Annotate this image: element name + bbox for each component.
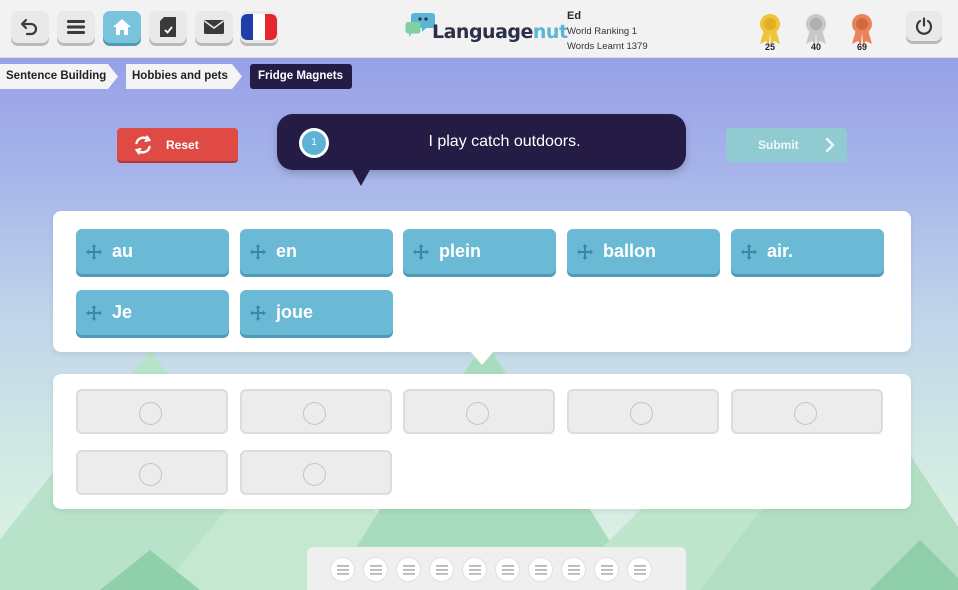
- breadcrumb-hobbies-and-pets[interactable]: Hobbies and pets: [126, 64, 242, 89]
- mail-button[interactable]: [195, 11, 233, 43]
- menu-icon: [67, 20, 85, 34]
- word-tile-label: ballon: [603, 241, 656, 261]
- lines-icon: [336, 564, 349, 575]
- home-icon: [113, 19, 131, 35]
- empty-slot-circle: [139, 402, 162, 425]
- word-bank-panel: au en plein ballon air. Je joue: [53, 211, 911, 352]
- progress-dot-1[interactable]: [330, 557, 355, 582]
- empty-slot-circle: [630, 402, 653, 425]
- prompt-sentence: I play catch outdoors.: [428, 133, 581, 150]
- lines-icon: [369, 564, 382, 575]
- empty-slot-circle: [139, 463, 162, 486]
- submit-label: Submit: [758, 138, 799, 152]
- user-words-learnt: Words Learnt 1379: [567, 41, 648, 52]
- empty-slot-circle: [303, 402, 326, 425]
- panel-notch: [470, 351, 494, 365]
- reset-button[interactable]: Reset: [117, 128, 238, 161]
- empty-slot-circle: [466, 402, 489, 425]
- bronze-medal-count: 69: [856, 42, 867, 52]
- word-tile-air[interactable]: air.: [731, 229, 884, 274]
- bronze-medal-icon: [852, 14, 872, 45]
- word-tile-label: en: [276, 241, 298, 261]
- lines-icon: [402, 564, 415, 575]
- home-button[interactable]: [103, 11, 141, 43]
- reset-icon: [134, 135, 152, 154]
- top-bar: Languagenut Ed World Ranking 1 Words Lea…: [0, 0, 958, 58]
- move-icon: [577, 243, 593, 260]
- back-button[interactable]: [11, 11, 49, 43]
- word-tile-je[interactable]: Je: [76, 290, 229, 335]
- user-world-ranking: World Ranking 1: [567, 26, 638, 37]
- progress-dot-7[interactable]: [528, 557, 553, 582]
- prompt-bubble-tail: [350, 166, 372, 186]
- lines-icon: [435, 564, 448, 575]
- word-tile-label: air.: [767, 241, 794, 261]
- progress-dot-4[interactable]: [429, 557, 454, 582]
- progress-dot-8[interactable]: [561, 557, 586, 582]
- lines-icon: [567, 564, 580, 575]
- france-flag-icon: [241, 14, 277, 40]
- empty-slot-circle: [303, 463, 326, 486]
- breadcrumb-sentence-building[interactable]: Sentence Building: [0, 64, 118, 89]
- answer-slot-5[interactable]: [731, 389, 883, 434]
- lines-icon: [501, 564, 514, 575]
- lines-icon: [600, 564, 613, 575]
- word-tile-label: joue: [276, 302, 314, 322]
- move-icon: [86, 304, 102, 321]
- back-icon: [20, 18, 38, 36]
- progress-dot-3[interactable]: [396, 557, 421, 582]
- logo-wordmark: Languagenut: [432, 21, 568, 43]
- word-tile-joue[interactable]: joue: [240, 290, 393, 335]
- empty-slot-circle: [794, 402, 817, 425]
- word-tile-plein[interactable]: plein: [403, 229, 556, 274]
- power-icon: [915, 17, 933, 35]
- chevron-right-icon: [825, 137, 835, 153]
- answer-slot-3[interactable]: [403, 389, 555, 434]
- lines-icon: [534, 564, 547, 575]
- progress-dot-6[interactable]: [495, 557, 520, 582]
- word-tile-ballon[interactable]: ballon: [567, 229, 720, 274]
- progress-dot-10[interactable]: [627, 557, 652, 582]
- languagenut-logo: Languagenut: [404, 10, 568, 48]
- word-tile-label: au: [112, 241, 134, 261]
- progress-dot-5[interactable]: [462, 557, 487, 582]
- word-tile-label: Je: [112, 302, 133, 322]
- answer-slot-6[interactable]: [76, 450, 228, 495]
- answer-slot-7[interactable]: [240, 450, 392, 495]
- menu-button[interactable]: [57, 11, 95, 43]
- breadcrumb-fridge-magnets: Fridge Magnets: [250, 64, 352, 89]
- mail-icon: [204, 20, 224, 34]
- gold-medal-count: 25: [764, 42, 775, 52]
- silver-medal-icon: [806, 14, 826, 45]
- tasks-button[interactable]: [149, 11, 187, 43]
- move-icon: [741, 243, 757, 260]
- user-name: Ed: [567, 10, 582, 22]
- move-icon: [250, 243, 266, 260]
- question-progress-bar: [307, 547, 686, 590]
- answer-slot-4[interactable]: [567, 389, 719, 434]
- word-tile-au[interactable]: au: [76, 229, 229, 274]
- move-icon: [250, 304, 266, 321]
- lines-icon: [633, 564, 646, 575]
- answer-slot-2[interactable]: [240, 389, 392, 434]
- language-flag-button[interactable]: [240, 11, 278, 43]
- logout-button[interactable]: [906, 11, 942, 41]
- word-tile-en[interactable]: en: [240, 229, 393, 274]
- reset-label: Reset: [166, 137, 199, 152]
- move-icon: [413, 243, 429, 260]
- answer-slot-1[interactable]: [76, 389, 228, 434]
- progress-dot-9[interactable]: [594, 557, 619, 582]
- silver-medal-count: 40: [810, 42, 821, 52]
- move-icon: [86, 243, 102, 260]
- prompt-bubble: 1 I play catch outdoors.: [277, 114, 686, 170]
- answer-panel: [53, 374, 911, 509]
- submit-button[interactable]: Submit: [726, 128, 847, 162]
- lines-icon: [468, 564, 481, 575]
- tasks-icon: [160, 17, 176, 37]
- progress-dot-2[interactable]: [363, 557, 388, 582]
- word-tile-label: plein: [439, 241, 482, 261]
- gold-medal-icon: [760, 14, 780, 45]
